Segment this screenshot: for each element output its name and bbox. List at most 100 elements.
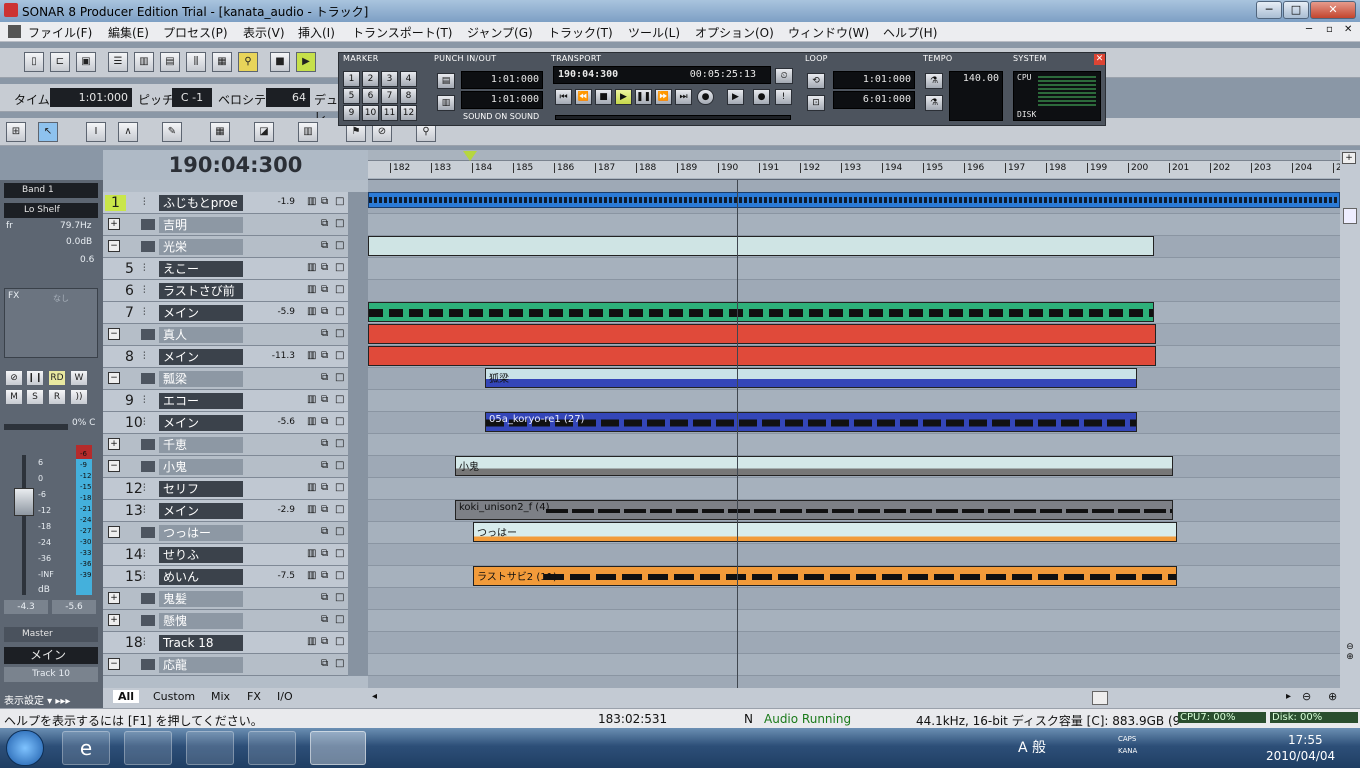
w-button[interactable]: W <box>70 370 88 386</box>
folder-toggle-icon[interactable]: − <box>108 526 120 538</box>
freq-value[interactable]: 79.7Hz <box>60 221 92 231</box>
record-automation-icon[interactable]: ● <box>753 89 770 105</box>
max-icon[interactable]: □ <box>335 460 344 471</box>
marker-5-button[interactable]: 5 <box>343 88 360 104</box>
restore-icon[interactable]: ⧉ <box>321 658 328 669</box>
gain-value[interactable]: 0.0dB <box>66 237 92 247</box>
meter-icon[interactable]: ▥ <box>307 548 316 559</box>
smart-tool-icon[interactable]: ⊞ <box>6 122 26 142</box>
open-icon[interactable]: ⊏ <box>50 52 70 72</box>
folder-toggle-icon[interactable]: − <box>108 240 120 252</box>
folder-toggle-icon[interactable]: + <box>108 218 120 230</box>
restore-icon[interactable]: ⧉ <box>321 394 328 405</box>
horizontal-scrollbar[interactable]: ◂ ▸ ⊖ ⊕ <box>368 688 1360 708</box>
menu-insert[interactable]: 挿入(I) <box>298 24 335 41</box>
zoom-in-track-icon[interactable]: + <box>1342 152 1356 164</box>
start-button[interactable] <box>6 730 44 766</box>
menu-options[interactable]: オプション(O) <box>695 24 774 41</box>
track-name[interactable]: えこー <box>159 261 243 277</box>
track-lane[interactable] <box>368 280 1340 302</box>
meter-icon[interactable]: ▥ <box>307 504 316 515</box>
menu-transport[interactable]: トランスポート(T) <box>352 24 452 41</box>
track-name[interactable]: つっはー <box>159 525 243 541</box>
fx-bin[interactable]: FX なし <box>4 288 98 358</box>
envelope-icon[interactable]: ◪ <box>254 122 274 142</box>
position-slider[interactable] <box>555 115 791 120</box>
clips-pane[interactable]: 狐梁 05a_koryo-re1 (27) 小鬼 koki_unison2_f … <box>368 180 1340 688</box>
loop-end-field[interactable]: 6:01:000 <box>833 91 915 109</box>
track-row[interactable]: 1 ⫶ ふじもとproe -1.9 ▥ ⧉ □ <box>103 192 368 214</box>
track-volume[interactable]: -5.6 <box>265 417 295 427</box>
media-player-icon[interactable] <box>186 731 234 765</box>
meter-icon[interactable]: ▥ <box>307 482 316 493</box>
marker-12-button[interactable]: 12 <box>400 105 417 121</box>
track-name[interactable]: Track 18 <box>159 635 243 651</box>
marker-4-button[interactable]: 4 <box>400 71 417 87</box>
vscroll-thumb[interactable] <box>1343 208 1357 224</box>
track-name[interactable]: メイン <box>159 349 243 365</box>
piano-roll-icon[interactable]: ▥ <box>134 52 154 72</box>
explorer-icon[interactable] <box>124 731 172 765</box>
max-icon[interactable]: □ <box>335 548 344 559</box>
track-name[interactable]: メイン <box>159 305 243 321</box>
track-name[interactable]: 懸愧 <box>159 613 243 629</box>
max-icon[interactable]: □ <box>335 240 344 251</box>
menu-help[interactable]: ヘルプ(H) <box>883 24 937 41</box>
track-volume[interactable]: -2.9 <box>265 505 295 515</box>
restore-icon[interactable]: ⧉ <box>321 350 328 361</box>
restore-icon[interactable]: ⧉ <box>321 196 328 207</box>
clock-time[interactable]: 17:55 <box>1288 733 1323 747</box>
track-name[interactable]: 吉明 <box>159 217 243 233</box>
rewind-button[interactable]: ⏪ <box>575 89 592 105</box>
track-row[interactable]: + 千恵 ⧉ □ <box>103 434 368 456</box>
maximize-button[interactable]: □ <box>1283 1 1309 19</box>
meter-icon[interactable]: ▥ <box>307 306 316 317</box>
hscroll-thumb[interactable] <box>1092 691 1108 705</box>
track-volume[interactable]: -11.3 <box>265 351 295 361</box>
close-button[interactable]: ✕ <box>1310 1 1356 19</box>
restore-icon[interactable]: ⧉ <box>321 262 328 273</box>
clip-folder-tsuha[interactable]: つっはー <box>473 522 1177 542</box>
folder-toggle-icon[interactable]: + <box>108 592 120 604</box>
track-row[interactable]: 18 ⫶ Track 18 ▥ ⧉ □ <box>103 632 368 654</box>
zoom-out-icon[interactable]: ⊖ <box>1302 690 1311 703</box>
pan-slider[interactable] <box>4 424 68 430</box>
folder-toggle-icon[interactable]: − <box>108 658 120 670</box>
restore-icon[interactable]: ⧉ <box>321 482 328 493</box>
meter-icon[interactable]: ▥ <box>307 570 316 581</box>
meter-icon[interactable]: ▥ <box>307 394 316 405</box>
tab-mix[interactable]: Mix <box>211 690 230 703</box>
track-row[interactable]: + 懸愧 ⧉ □ <box>103 610 368 632</box>
mute-button[interactable]: M <box>5 389 23 405</box>
tab-io[interactable]: I/O <box>277 690 293 703</box>
track-name[interactable]: 鬼髪 <box>159 591 243 607</box>
meter-icon[interactable]: ▥ <box>307 636 316 647</box>
restore-icon[interactable]: ⧉ <box>321 504 328 515</box>
track-name[interactable]: めいん <box>159 569 243 585</box>
max-icon[interactable]: □ <box>335 306 344 317</box>
clip-track-13[interactable]: koki_unison2_f (4) <box>455 500 1173 520</box>
clip-folder-mahito[interactable] <box>368 324 1156 344</box>
mdi-restore-button[interactable]: ▫ <box>1326 24 1333 35</box>
interleave-icon[interactable]: ❙❙ <box>26 370 44 386</box>
menu-track[interactable]: トラック(T) <box>548 24 613 41</box>
restore-icon[interactable]: ⧉ <box>321 416 328 427</box>
menu-tools[interactable]: ツール(L) <box>628 24 680 41</box>
event-list-icon[interactable]: ▦ <box>212 52 232 72</box>
loop-toggle-icon[interactable]: ⟲ <box>807 73 825 89</box>
restore-icon[interactable]: ⧉ <box>321 284 328 295</box>
eq-type-select[interactable]: Lo Shelf <box>4 203 98 218</box>
clip-folder-oni[interactable]: 小鬼 <box>455 456 1173 476</box>
track-name[interactable]: セリフ <box>159 481 243 497</box>
marker-6-button[interactable]: 6 <box>362 88 379 104</box>
max-icon[interactable]: □ <box>335 416 344 427</box>
track-lane[interactable] <box>368 588 1340 610</box>
solo-button[interactable]: S <box>26 389 44 405</box>
folder-toggle-icon[interactable]: + <box>108 614 120 626</box>
record-button[interactable]: ● <box>697 89 714 105</box>
max-icon[interactable]: □ <box>335 658 344 669</box>
max-icon[interactable]: □ <box>335 262 344 273</box>
restore-icon[interactable]: ⧉ <box>321 526 328 537</box>
max-icon[interactable]: □ <box>335 570 344 581</box>
move-tool-icon[interactable]: I <box>86 122 106 142</box>
